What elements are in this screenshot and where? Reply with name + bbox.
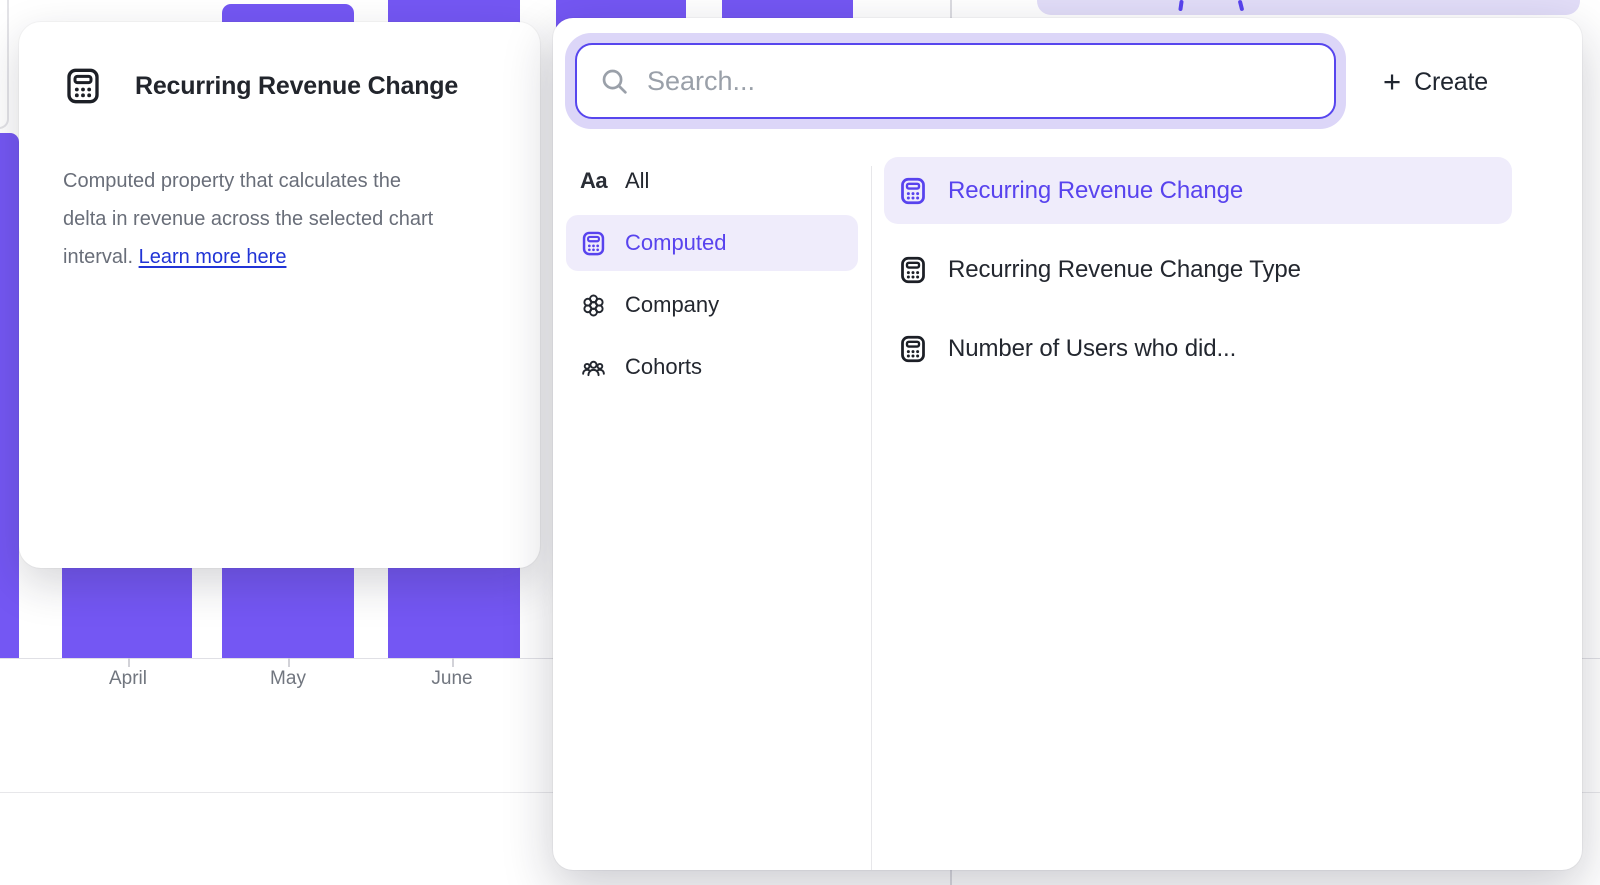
month-label: April [109, 668, 147, 690]
clipped-text-fragment [1178, 0, 1183, 11]
screen: April May June Recurring Revenue Change [0, 0, 1600, 885]
result-item-recurring-revenue-change-type[interactable]: Recurring Revenue Change Type [884, 236, 1512, 303]
calculator-icon [898, 176, 928, 206]
description-line-end: interval. [63, 246, 133, 268]
cohorts-icon [580, 354, 607, 381]
description-line: Computed property that calculates the [63, 162, 496, 200]
create-button-label: Create [1414, 68, 1488, 97]
plus-icon: + [1383, 66, 1401, 97]
clipped-text-fragment [1238, 0, 1245, 11]
filter-item-computed[interactable]: Computed [566, 215, 858, 271]
chart-bar [0, 133, 19, 658]
search-icon [599, 66, 630, 97]
description-line: interval. Learn more here [63, 238, 496, 276]
learn-more-link[interactable]: Learn more here [139, 246, 287, 268]
tooltip-title: Recurring Revenue Change [135, 72, 458, 101]
company-icon [580, 292, 607, 319]
filter-label: Company [625, 292, 719, 318]
tooltip-card-header: Recurring Revenue Change [19, 22, 540, 106]
calculator-icon [580, 230, 607, 257]
search-focus-ring [565, 33, 1346, 129]
filter-label: Computed [625, 230, 727, 256]
filter-label: All [625, 168, 649, 194]
columns-divider [871, 166, 872, 870]
results-list: Recurring Revenue Change Recurring Reven… [884, 157, 1512, 394]
property-picker-modal: + Create Aa All [553, 18, 1582, 870]
clipped-property-pill[interactable] [1037, 0, 1580, 15]
result-item-number-of-users[interactable]: Number of Users who did... [884, 315, 1512, 382]
calculator-icon [898, 255, 928, 285]
result-label: Recurring Revenue Change Type [948, 256, 1301, 284]
result-label: Recurring Revenue Change [948, 177, 1243, 205]
tooltip-description: Computed property that calculates the de… [19, 106, 540, 276]
result-label: Number of Users who did... [948, 335, 1236, 363]
filter-item-cohorts[interactable]: Cohorts [566, 339, 858, 395]
calculator-icon [898, 334, 928, 364]
axis-tick [452, 658, 454, 667]
create-button[interactable]: + Create [1373, 58, 1498, 106]
filter-item-company[interactable]: Company [566, 277, 858, 333]
filter-label: Cohorts [625, 354, 702, 380]
filter-list: Aa All Computed [566, 153, 858, 401]
filter-item-all[interactable]: Aa All [566, 153, 858, 209]
axis-tick [128, 658, 130, 667]
axis-tick [288, 658, 290, 667]
chart-corner-fragment [0, 0, 9, 129]
description-line: delta in revenue across the selected cha… [63, 200, 496, 238]
month-label: June [431, 668, 472, 690]
month-label: May [270, 668, 306, 690]
result-item-recurring-revenue-change[interactable]: Recurring Revenue Change [884, 157, 1512, 224]
search-input[interactable] [647, 66, 1334, 97]
calculator-icon [63, 66, 103, 106]
text-format-icon: Aa [580, 168, 607, 195]
search-field[interactable] [575, 43, 1336, 119]
property-tooltip-card: Recurring Revenue Change Computed proper… [19, 22, 540, 568]
